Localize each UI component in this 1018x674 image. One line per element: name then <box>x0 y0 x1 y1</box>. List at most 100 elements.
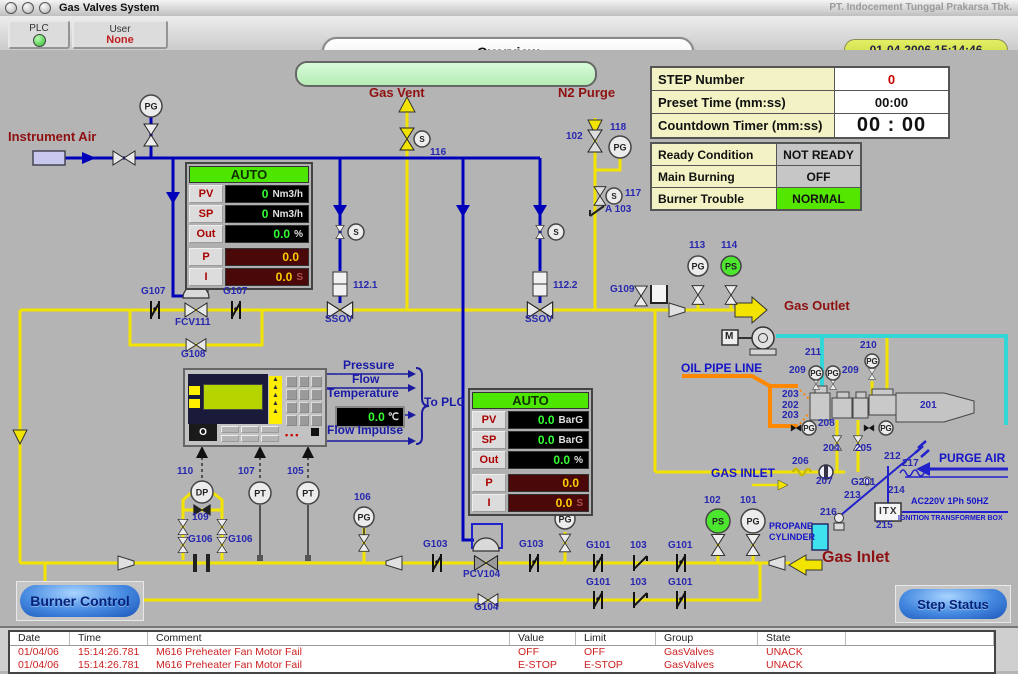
alarm-column-header[interactable]: Value <box>510 632 576 645</box>
diagram-label: G101 <box>668 577 692 588</box>
diagram-label: 114 <box>721 240 737 251</box>
alarm-cell: GasValves <box>656 646 758 659</box>
diagram-label: 116 <box>430 147 446 158</box>
controller-param-value: 0Nm3/h <box>225 185 309 203</box>
controller-param-label: I <box>472 494 506 512</box>
window-title: Gas Valves System <box>59 2 159 14</box>
step-status-button[interactable]: Step Status <box>899 589 1007 619</box>
diagram-label: 201 <box>920 400 937 411</box>
user-label: User <box>109 24 130 35</box>
diagram-label: 203 <box>782 389 799 400</box>
countdown-value: 00 : 00 <box>835 114 948 137</box>
diagram-label: 211 <box>805 347 821 358</box>
alarm-row[interactable]: 01/04/0615:14:26.781M616 Preheater Fan M… <box>10 646 994 659</box>
diagram-label: Gas Outlet <box>784 298 850 313</box>
controller-param-label: Out <box>472 451 506 469</box>
controller-param-label: PV <box>472 411 506 429</box>
preset-time-label: Preset Time (mm:ss) <box>652 91 835 113</box>
controller-row-pv: PV0Nm3/h <box>189 185 309 203</box>
burner-trouble-value: NORMAL <box>777 188 860 209</box>
alarm-cell: 15:14:26.781 <box>70 646 148 659</box>
device-power-button[interactable]: O <box>189 424 217 441</box>
diagram-label: A 103 <box>605 204 631 215</box>
diagram-label: 207 <box>816 476 833 487</box>
diagram-label: 215 <box>876 520 893 531</box>
controller-param-label: I <box>189 268 223 286</box>
diagram-label: SSOV <box>325 314 353 325</box>
pressure-controller-mode[interactable]: AUTO <box>472 392 589 409</box>
controller-param-value: 0.0 <box>225 248 309 266</box>
device-status-leds: ••• <box>285 430 300 440</box>
alarm-cell: E-STOP <box>510 659 576 672</box>
controller-row-out: Out0.0% <box>189 225 309 243</box>
alarm-column-header[interactable]: Time <box>70 632 148 645</box>
alarm-column-header[interactable]: Comment <box>148 632 510 645</box>
alarm-cell: OFF <box>510 646 576 659</box>
diagram-label: Flow <box>352 372 379 386</box>
controller-row-i: I0.0S <box>189 268 309 286</box>
alarm-cell: 15:14:26.781 <box>70 659 148 672</box>
countdown-label: Countdown Timer (mm:ss) <box>652 114 835 137</box>
alarm-cell: UNACK <box>758 646 846 659</box>
controller-param-value: 0Nm3/h <box>225 205 309 223</box>
diagram-label: G101 <box>586 540 610 551</box>
diagram-label: OIL PIPE LINE <box>681 361 762 375</box>
controller-param-label: P <box>472 474 506 492</box>
controller-param-label: SP <box>189 205 223 223</box>
diagram-label: 217 <box>902 458 919 469</box>
alarm-column-header[interactable]: Date <box>10 632 70 645</box>
window-button-3-icon[interactable] <box>39 2 51 14</box>
preset-time-row: Preset Time (mm:ss) 00:00 <box>652 91 948 113</box>
device-function-keys[interactable] <box>221 426 279 442</box>
controller-row-sp: SP0.0BarG <box>472 431 589 449</box>
alarm-row[interactable]: 01/04/0615:14:26.781M616 Preheater Fan M… <box>10 659 994 672</box>
diagram-label: 109 <box>192 512 209 523</box>
step-number-label: STEP Number <box>652 68 835 90</box>
plc-status-button[interactable]: PLC <box>8 20 70 49</box>
controller-param-value: 0.0 <box>508 474 589 492</box>
diagram-label: G104 <box>474 602 498 613</box>
title-bar: Gas Valves System PT. Indocement Tunggal… <box>0 0 1018 17</box>
diagram-label: PROPANE <box>769 521 813 531</box>
user-button[interactable]: User None <box>72 20 168 49</box>
user-value: None <box>106 35 134 46</box>
diagram-label: 213 <box>844 490 861 501</box>
controller-param-value: 0.0% <box>225 225 309 243</box>
device-lcd <box>203 384 263 410</box>
diagram-label: 112.1 <box>353 280 377 291</box>
diagram-label: Flow Impulse <box>327 423 403 437</box>
diagram-label: 117 <box>625 188 641 199</box>
diagram-label: G106 <box>188 534 212 545</box>
diagram-label: 209 <box>842 365 859 376</box>
flow-computer-device: ▲▲▲▲▲ O ••• <box>183 368 327 447</box>
device-indicator-1 <box>189 386 200 395</box>
flow-controller-panel: AUTO PV0Nm3/h SP0Nm3/h Out0.0% P0.0 I0.0S <box>185 162 313 290</box>
diagram-label: Gas Vent <box>369 85 425 100</box>
controller-param-value: 0.0BarG <box>508 431 589 449</box>
burner-control-button[interactable]: Burner Control <box>20 585 140 617</box>
flow-controller-mode[interactable]: AUTO <box>189 166 309 183</box>
diagram-label: Instrument Air <box>8 129 96 144</box>
diagram-label: G101 <box>586 577 610 588</box>
alarm-column-header[interactable]: State <box>758 632 846 645</box>
diagram-label: M <box>725 331 733 342</box>
diagram-label: 203 <box>782 410 799 421</box>
diagram-label: 205 <box>855 443 872 454</box>
diagram-label: G103 <box>519 539 543 550</box>
controller-param-value: 0.0S <box>508 494 589 512</box>
alarm-column-header[interactable]: Group <box>656 632 758 645</box>
temperature-value: 0.0 <box>368 410 385 424</box>
alarm-column-header[interactable]: Limit <box>576 632 656 645</box>
company-name: PT. Indocement Tunggal Prakarsa Tbk. <box>829 2 1012 13</box>
device-keypad[interactable] <box>286 376 322 426</box>
controller-row-sp: SP0Nm3/h <box>189 205 309 223</box>
diagram-label: Pressure <box>343 358 394 372</box>
diagram-label: 208 <box>818 418 835 429</box>
burner-trouble-row: Burner Trouble NORMAL <box>652 188 860 209</box>
diagram-label: G103 <box>423 539 447 550</box>
controller-param-value: 0.0S <box>225 268 309 286</box>
ready-condition-value: NOT READY <box>777 144 860 165</box>
window-button-2-icon[interactable] <box>22 2 34 14</box>
controller-row-p: P0.0 <box>189 248 309 266</box>
window-button-1-icon[interactable] <box>5 2 17 14</box>
